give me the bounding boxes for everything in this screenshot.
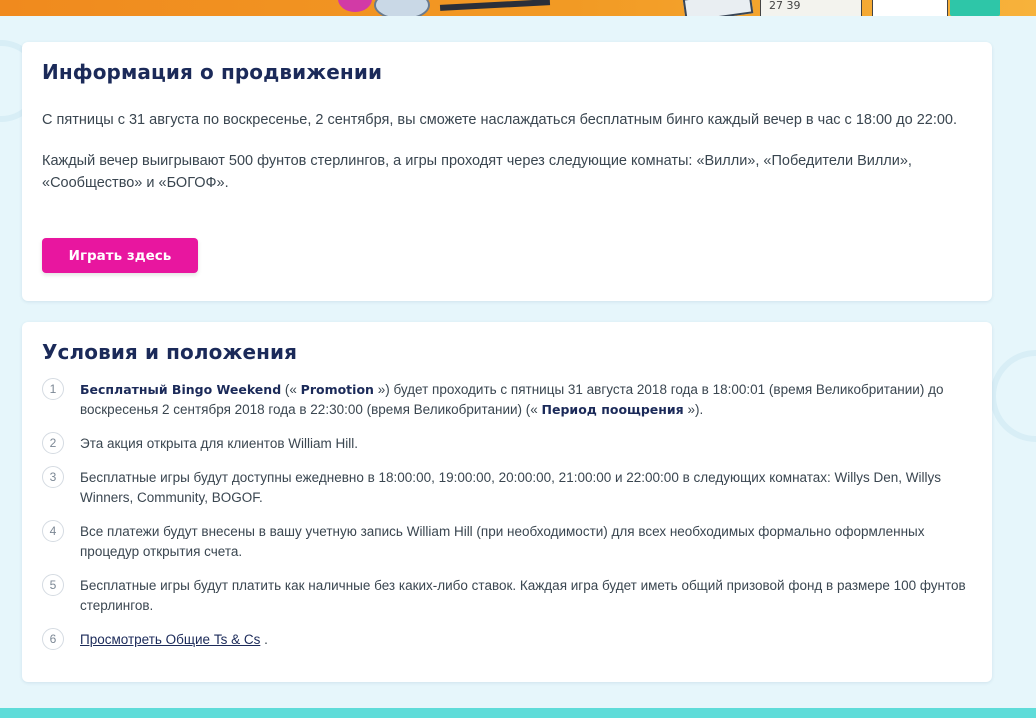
promotion-info-card: Информация о продвижении С пятницы с 31 … <box>22 42 992 301</box>
dauber-graphic <box>439 0 551 11</box>
ticket-numbers: 27 39 <box>769 0 801 12</box>
item-number-badge: 6 <box>42 628 64 650</box>
promotion-info-title: Информация о продвижении <box>42 60 383 84</box>
bold-text: Promotion <box>300 382 374 397</box>
terms-title: Условия и положения <box>42 340 298 364</box>
terms-item: 6 Просмотреть Общие Ts & Cs . <box>42 628 972 650</box>
term-text: Бесплатные игры будут платить как наличн… <box>80 578 966 613</box>
play-here-button[interactable]: Играть здесь <box>42 238 198 273</box>
term-text: Бесплатные игры будут доступны ежедневно… <box>80 470 942 505</box>
bingo-ticket-graphic-3 <box>872 0 948 16</box>
bold-text: Период поощрения <box>541 402 684 417</box>
bingo-ball-graphic <box>338 0 372 12</box>
terms-list: 1 Бесплатный Bingo Weekend (« Promotion … <box>42 378 972 650</box>
background-decoration <box>990 350 1036 442</box>
bingo-ticket-graphic-4 <box>950 0 1000 16</box>
term-text-part: »). <box>683 402 704 417</box>
terms-item: 5 Бесплатные игры будут платить как нали… <box>42 574 972 616</box>
item-number-badge: 4 <box>42 520 64 542</box>
terms-card: Условия и положения 1 Бесплатный Bingo W… <box>22 322 992 682</box>
terms-item: 2 Эта акция открыта для клиентов William… <box>42 432 972 454</box>
bingo-ticket-graphic <box>682 0 754 16</box>
promotion-paragraph-1: С пятницы с 31 августа по воскресенье, 2… <box>42 112 958 128</box>
item-number-badge: 2 <box>42 432 64 454</box>
term-text: Эта акция открыта для клиентов William H… <box>80 436 359 451</box>
item-number-badge: 3 <box>42 466 64 488</box>
footer-bar <box>0 708 1036 718</box>
bingo-ball-graphic-2 <box>374 0 430 16</box>
bingo-ticket-graphic-2: 27 39 <box>760 0 862 16</box>
terms-item: 1 Бесплатный Bingo Weekend (« Promotion … <box>42 378 972 420</box>
term-text-part: . <box>260 632 268 647</box>
bold-text: Бесплатный Bingo Weekend <box>80 382 282 397</box>
terms-item: 4 Все платежи будут внесены в вашу учетн… <box>42 520 972 562</box>
term-text: Бесплатный Bingo Weekend (« Promotion »)… <box>80 382 943 417</box>
terms-item: 3 Бесплатные игры будут доступны ежеднев… <box>42 466 972 508</box>
general-terms-link[interactable]: Просмотреть Общие Ts & Cs <box>80 632 260 647</box>
promo-banner-image: 27 39 <box>0 0 1036 16</box>
term-text-part: (« <box>281 382 301 397</box>
item-number-badge: 1 <box>42 378 64 400</box>
term-text: Все платежи будут внесены в вашу учетную… <box>80 524 925 559</box>
promotion-paragraph-2: Каждый вечер выигрывают 500 фунтов стерл… <box>42 153 912 191</box>
item-number-badge: 5 <box>42 574 64 596</box>
